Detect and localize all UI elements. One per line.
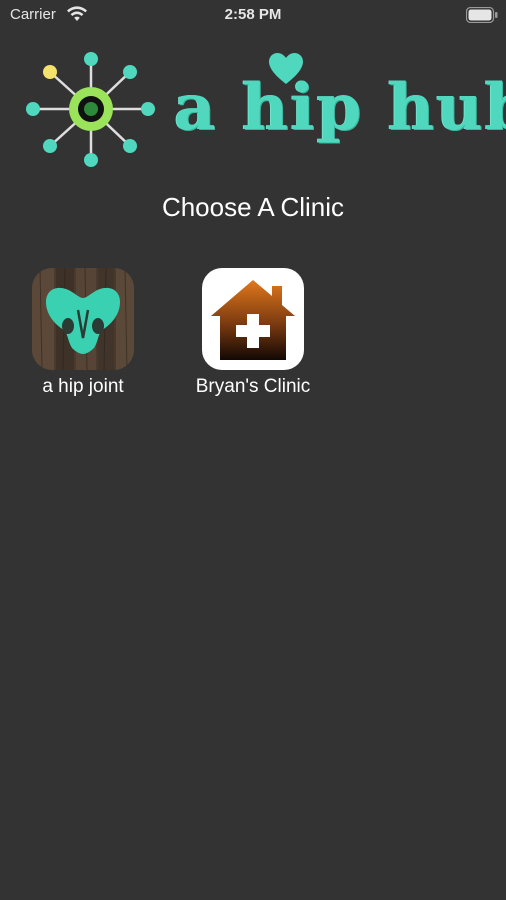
pelvis-icon: [32, 268, 134, 370]
app-logo: a hip hub: [24, 50, 506, 175]
clinic-label: a hip joint: [42, 376, 124, 397]
clinic-item-a-hip-joint[interactable]: a hip joint: [8, 268, 158, 398]
house-medical-icon: [202, 268, 304, 370]
status-time: 2:58 PM: [224, 6, 282, 23]
clinic-item-bryans-clinic[interactable]: Bryan's Clinic: [178, 268, 328, 398]
clinic-label: Bryan's Clinic: [195, 376, 311, 397]
battery-icon: [466, 7, 498, 23]
logo-text: a hip hub: [174, 70, 506, 145]
hub-icon: [26, 52, 155, 167]
page-title: Choose A Clinic: [161, 192, 345, 222]
app-screen: Carrier 2:58 PM a hip hub Choose A Clini…: [0, 0, 506, 900]
status-bar: Carrier 2:58 PM: [0, 0, 506, 30]
